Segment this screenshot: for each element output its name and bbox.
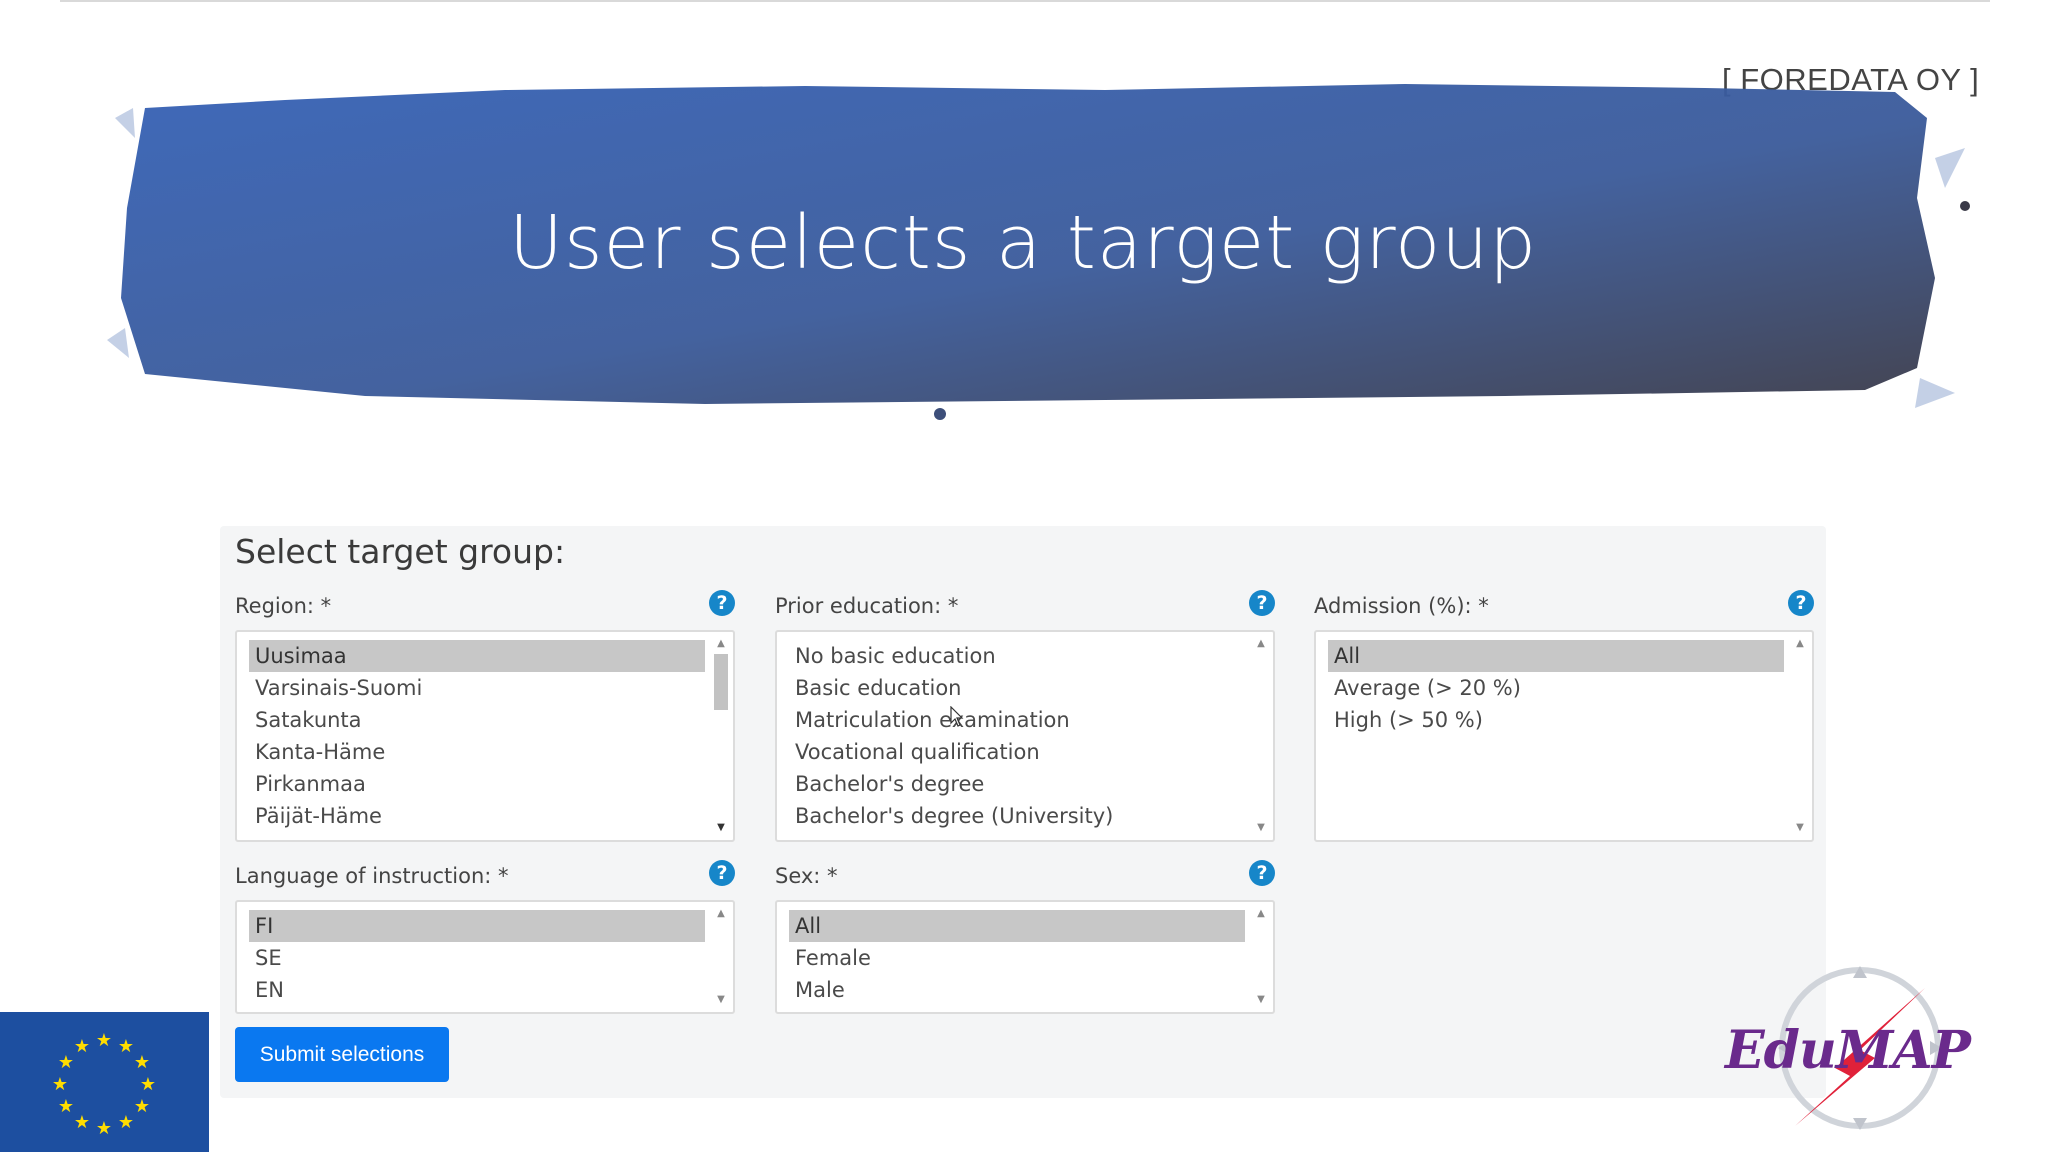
region-option-satakunta[interactable]: Satakunta <box>249 704 705 736</box>
top-divider <box>60 0 1990 2</box>
svg-text:★: ★ <box>74 1036 90 1057</box>
admission-scrollbar[interactable]: ▲ ▼ <box>1790 634 1810 838</box>
svg-text:★: ★ <box>52 1074 68 1095</box>
region-option-pirkanmaa[interactable]: Pirkanmaa <box>249 768 705 800</box>
svg-text:★: ★ <box>96 1030 112 1051</box>
sex-option-all[interactable]: All <box>789 910 1245 942</box>
admission-option-average[interactable]: Average (> 20 %) <box>1328 672 1784 704</box>
region-label: Region: * <box>235 594 332 618</box>
svg-text:★: ★ <box>74 1112 90 1133</box>
sex-listbox[interactable]: All Female Male ▲ ▼ <box>775 900 1275 1014</box>
svg-text:★: ★ <box>118 1112 134 1133</box>
language-option-se[interactable]: SE <box>249 942 705 974</box>
scroll-up-icon[interactable]: ▲ <box>711 636 731 652</box>
form-heading: Select target group: <box>235 532 566 571</box>
edumap-logo: EduMAP <box>1725 958 2025 1138</box>
scroll-down-icon[interactable]: ▼ <box>1790 820 1810 836</box>
sex-help-icon[interactable]: ? <box>1249 860 1275 886</box>
region-option-uusimaa[interactable]: Uusimaa <box>249 640 705 672</box>
svg-text:★: ★ <box>58 1096 74 1117</box>
region-scrollbar[interactable]: ▲ ▼ <box>711 634 731 838</box>
language-option-en[interactable]: EN <box>249 974 705 1006</box>
region-help-icon[interactable]: ? <box>709 590 735 616</box>
education-option-basic[interactable]: Basic education <box>789 672 1245 704</box>
prior-education-help-icon[interactable]: ? <box>1249 590 1275 616</box>
language-scrollbar[interactable]: ▲ ▼ <box>711 904 731 1010</box>
scroll-down-icon[interactable]: ▼ <box>711 992 731 1008</box>
admission-help-icon[interactable]: ? <box>1788 590 1814 616</box>
sex-label: Sex: * <box>775 864 838 888</box>
sex-option-male[interactable]: Male <box>789 974 1245 1006</box>
edumap-wordmark: EduMAP <box>1725 1020 1971 1081</box>
region-option-varsinais-suomi[interactable]: Varsinais-Suomi <box>249 672 705 704</box>
svg-text:★: ★ <box>58 1052 74 1073</box>
language-label: Language of instruction: * <box>235 864 509 888</box>
svg-text:★: ★ <box>134 1096 150 1117</box>
education-option-vocational[interactable]: Vocational qualification <box>789 736 1245 768</box>
education-option-matriculation[interactable]: Matriculation examination <box>789 704 1245 736</box>
region-option-paijat-hame[interactable]: Päijät-Häme <box>249 800 705 832</box>
admission-listbox[interactable]: All Average (> 20 %) High (> 50 %) ▲ ▼ <box>1314 630 1814 842</box>
svg-text:★: ★ <box>134 1052 150 1073</box>
scroll-down-icon[interactable]: ▼ <box>1251 820 1271 836</box>
language-help-icon[interactable]: ? <box>709 860 735 886</box>
prior-education-scrollbar[interactable]: ▲ ▼ <box>1251 634 1271 838</box>
scroll-up-icon[interactable]: ▲ <box>1251 636 1271 652</box>
sex-option-female[interactable]: Female <box>789 942 1245 974</box>
mouse-cursor-icon <box>950 706 964 727</box>
region-listbox[interactable]: Uusimaa Varsinais-Suomi Satakunta Kanta-… <box>235 630 735 842</box>
prior-education-label: Prior education: * <box>775 594 959 618</box>
region-option-kanta-hame[interactable]: Kanta-Häme <box>249 736 705 768</box>
scroll-up-icon[interactable]: ▲ <box>711 906 731 922</box>
scroll-down-icon[interactable]: ▼ <box>711 820 731 836</box>
scroll-up-icon[interactable]: ▲ <box>1790 636 1810 652</box>
svg-text:★: ★ <box>96 1118 112 1139</box>
language-option-fi[interactable]: FI <box>249 910 705 942</box>
education-option-bachelor[interactable]: Bachelor's degree <box>789 768 1245 800</box>
slide-title: User selects a target group <box>508 200 1538 286</box>
sex-scrollbar[interactable]: ▲ ▼ <box>1251 904 1271 1010</box>
submit-selections-button[interactable]: Submit selections <box>235 1027 449 1082</box>
title-banner: User selects a target group <box>105 78 1985 438</box>
eu-flag-icon: ★ ★ ★ ★ ★ ★ ★ ★ ★ ★ ★ ★ <box>0 1012 209 1152</box>
admission-option-all[interactable]: All <box>1328 640 1784 672</box>
target-group-form: Select target group: Region: * ? Uusimaa… <box>220 526 1826 1098</box>
admission-option-high[interactable]: High (> 50 %) <box>1328 704 1784 736</box>
education-option-bachelor-university[interactable]: Bachelor's degree (University) <box>789 800 1245 832</box>
language-listbox[interactable]: FI SE EN ▲ ▼ <box>235 900 735 1014</box>
scroll-down-icon[interactable]: ▼ <box>1251 992 1271 1008</box>
region-scroll-thumb[interactable] <box>714 654 728 710</box>
admission-label: Admission (%): * <box>1314 594 1489 618</box>
svg-text:★: ★ <box>118 1036 134 1057</box>
education-option-no-basic[interactable]: No basic education <box>789 640 1245 672</box>
scroll-up-icon[interactable]: ▲ <box>1251 906 1271 922</box>
prior-education-listbox[interactable]: No basic education Basic education Matri… <box>775 630 1275 842</box>
svg-text:★: ★ <box>140 1074 156 1095</box>
